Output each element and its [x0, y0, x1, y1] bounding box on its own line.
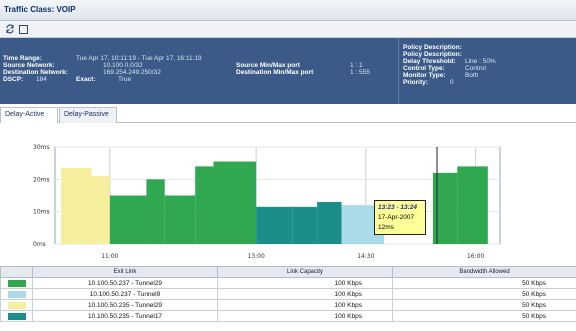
time-range-value: Tue Apr 17, 10:11:19 - Tue Apr 17, 16:11…: [76, 55, 202, 62]
chart-tooltip: 13:23 - 13:24 17-Apr-2007 12ms: [374, 200, 426, 235]
chart-bar: [164, 195, 196, 244]
chart-bar: [91, 176, 110, 244]
policy-description-label-2: Policy Description:: [403, 51, 462, 58]
monitor-type-label: Monitor Type:: [403, 72, 446, 79]
source-port-label: Source Min/Max port: [236, 62, 300, 69]
exact-label: Exact:: [76, 76, 96, 83]
panel-divider: [398, 38, 399, 104]
refresh-icon[interactable]: [4, 24, 15, 35]
exact-value: True: [118, 76, 132, 83]
window-icon[interactable]: [19, 24, 28, 34]
y-tick-label: 20ms: [33, 176, 50, 183]
link-capacity-cell: 100 Kbps: [217, 277, 393, 289]
col-header-exit-link[interactable]: Exit Link: [32, 266, 218, 278]
exit-link-cell: 10.100.50.235 - Tunnel29: [32, 299, 218, 311]
delay-threshold-value: Line : 50%: [465, 58, 496, 65]
tooltip-date: 17-Apr-2007: [378, 214, 415, 221]
table-row[interactable]: 10.100.50.237 - Tunnel9 100 Kbps 50 Kbps: [0, 288, 576, 300]
x-tick-label: 11:00: [101, 253, 118, 260]
chart-bar: [213, 161, 257, 244]
time-range-label: Time Range:: [3, 55, 42, 62]
bandwidth-allowed-cell: 50 Kbps: [392, 288, 576, 300]
row-color-cell: [0, 310, 33, 322]
tab-delay-passive[interactable]: Delay-Passive: [59, 107, 117, 123]
row-color-cell: [0, 277, 33, 289]
color-swatch: [7, 312, 26, 320]
link-capacity-cell: 100 Kbps: [217, 288, 393, 300]
link-capacity-cell: 100 Kbps: [217, 299, 393, 311]
monitor-type-value: Both: [465, 72, 479, 79]
exit-link-cell: 10.100.50.237 - Tunnel29: [32, 277, 218, 289]
chart-bar: [256, 206, 293, 244]
exit-link-table: Exit Link Link Capacity Bandwidth Allowe…: [0, 266, 576, 331]
dscp-label: DSCP:: [3, 76, 24, 83]
bandwidth-allowed-cell: 50 Kbps: [392, 299, 576, 311]
x-tick-label: 13:00: [248, 253, 265, 260]
delay-chart: 30ms 20ms 10ms 0ms 11:00 13:00 14:30 16:00 13:2…: [0, 123, 576, 266]
delay-threshold-label: Delay Threshold:: [403, 58, 456, 65]
col-header-color[interactable]: [0, 266, 33, 278]
table-row[interactable]: 10.100.50.235 - Tunnel17 100 Kbps 50 Kbps: [0, 310, 576, 322]
row-color-cell: [0, 288, 33, 300]
exit-link-cell: 10.100.50.237 - Tunnel9: [32, 288, 218, 300]
col-header-link-capacity[interactable]: Link Capacity: [217, 266, 393, 278]
color-swatch: [7, 290, 26, 298]
control-type-value: Control: [465, 65, 486, 72]
y-tick-label: 10ms: [33, 209, 50, 216]
table-row[interactable]: 10.100.50.235 - Tunnel29 100 Kbps 50 Kbps: [0, 299, 576, 311]
col-header-bandwidth-allowed[interactable]: Bandwidth Allowed: [392, 266, 576, 278]
policy-description-label-1: Policy Description:: [403, 44, 462, 51]
link-capacity-cell: 100 Kbps: [217, 310, 393, 322]
bandwidth-allowed-cell: 50 Kbps: [392, 310, 576, 322]
chart-bar: [61, 168, 92, 244]
tooltip-time: 13:23 - 13:24: [378, 204, 418, 211]
x-tick-label: 16:00: [467, 253, 484, 260]
table-row[interactable]: 10.100.50.237 - Tunnel29 100 Kbps 50 Kbps: [0, 277, 576, 289]
chart-bar: [195, 166, 214, 244]
destination-network-label: Destination Network:: [3, 69, 69, 76]
priority-label: Priority:: [403, 79, 428, 86]
source-network-value: 10.100.0.0/32: [103, 62, 143, 69]
control-type-label: Control Type:: [403, 65, 445, 72]
dscp-value: 184: [36, 76, 47, 83]
chart-bar: [146, 179, 165, 244]
chart-bar: [292, 206, 318, 244]
bandwidth-allowed-cell: 50 Kbps: [392, 277, 576, 289]
y-tick-label: 0ms: [33, 241, 46, 248]
tooltip-value: 12ms: [378, 224, 394, 231]
info-panel: Time Range: Tue Apr 17, 10:11:19 - Tue A…: [0, 38, 576, 104]
color-swatch: [7, 279, 26, 287]
destination-network-value: 169.254.249.250/32: [103, 69, 161, 76]
window-title: Traffic Class: VOIP: [0, 0, 576, 21]
chart-svg: 30ms 20ms 10ms 0ms 11:00 13:00 14:30 16:00: [33, 144, 501, 260]
exit-link-cell: 10.100.50.235 - Tunnel17: [32, 310, 218, 322]
priority-value: 0: [450, 79, 454, 86]
destination-port-label: Destination Min/Max port: [236, 69, 314, 76]
chart-bar: [317, 201, 342, 244]
destination-port-value: 1 : 555: [350, 69, 370, 76]
source-port-value: 1 : 1: [350, 62, 363, 69]
row-color-cell: [0, 299, 33, 311]
chart-bar: [109, 195, 147, 244]
source-network-label: Source Network:: [3, 62, 55, 69]
tab-bar: Delay-Active Delay-Passive: [0, 104, 576, 124]
color-swatch: [7, 301, 26, 309]
chart-bar: [457, 166, 488, 244]
x-tick-label: 14:30: [357, 253, 374, 260]
toolbar: [0, 21, 576, 38]
tab-delay-active[interactable]: Delay-Active: [0, 107, 58, 124]
y-tick-label: 30ms: [33, 144, 50, 151]
